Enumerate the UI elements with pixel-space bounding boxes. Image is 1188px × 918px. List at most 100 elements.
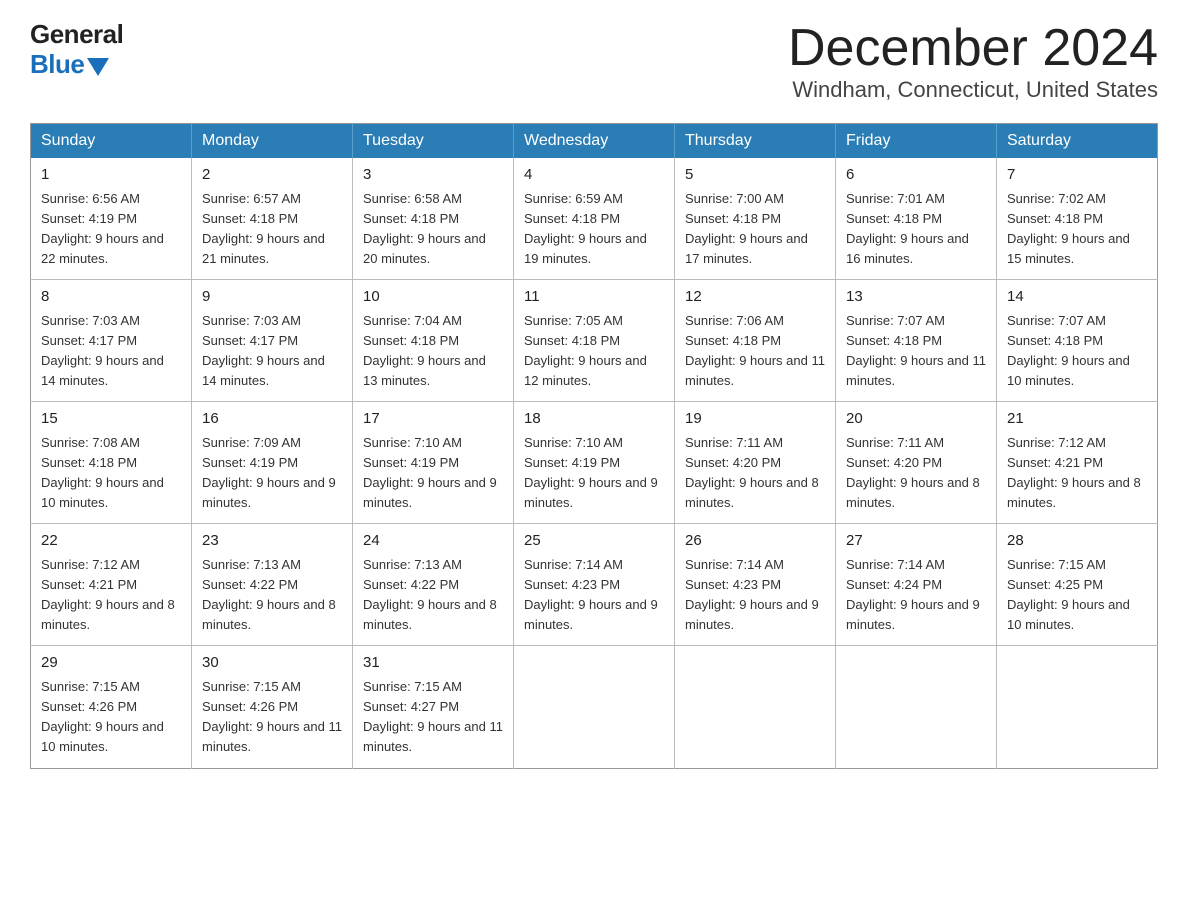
calendar-week-row: 1 Sunrise: 6:56 AMSunset: 4:19 PMDaylight… bbox=[31, 158, 1158, 280]
calendar-day-cell: 28 Sunrise: 7:15 AMSunset: 4:25 PMDayligh… bbox=[997, 524, 1158, 646]
calendar-day-cell: 2 Sunrise: 6:57 AMSunset: 4:18 PMDaylight… bbox=[192, 158, 353, 280]
day-number: 11 bbox=[524, 286, 664, 309]
day-info: Sunrise: 7:15 AMSunset: 4:26 PMDaylight:… bbox=[41, 679, 164, 754]
calendar-day-cell: 14Sunrise: 7:07 AMSunset: 4:18 PMDayligh… bbox=[997, 280, 1158, 402]
calendar-week-row: 8 Sunrise: 7:03 AMSunset: 4:17 PMDaylight… bbox=[31, 280, 1158, 402]
calendar-day-cell: 1 Sunrise: 6:56 AMSunset: 4:19 PMDaylight… bbox=[31, 158, 192, 280]
day-info: Sunrise: 7:03 AMSunset: 4:17 PMDaylight:… bbox=[41, 313, 164, 388]
day-info: Sunrise: 7:10 AMSunset: 4:19 PMDaylight:… bbox=[363, 435, 497, 510]
day-info: Sunrise: 7:02 AMSunset: 4:18 PMDaylight:… bbox=[1007, 191, 1130, 266]
day-info: Sunrise: 7:12 AMSunset: 4:21 PMDaylight:… bbox=[1007, 435, 1141, 510]
day-info: Sunrise: 7:00 AMSunset: 4:18 PMDaylight:… bbox=[685, 191, 808, 266]
day-number: 27 bbox=[846, 530, 986, 553]
day-info: Sunrise: 7:10 AMSunset: 4:19 PMDaylight:… bbox=[524, 435, 658, 510]
calendar-day-cell: 24Sunrise: 7:13 AMSunset: 4:22 PMDayligh… bbox=[353, 524, 514, 646]
day-number: 30 bbox=[202, 652, 342, 675]
calendar-empty-cell bbox=[514, 646, 675, 768]
calendar-week-row: 22 Sunrise: 7:12 AMSunset: 4:21 PMDayligh… bbox=[31, 524, 1158, 646]
calendar-day-cell: 10 Sunrise: 7:04 AMSunset: 4:18 PMDayligh… bbox=[353, 280, 514, 402]
day-number: 28 bbox=[1007, 530, 1147, 553]
calendar-day-cell: 11 Sunrise: 7:05 AMSunset: 4:18 PMDayligh… bbox=[514, 280, 675, 402]
calendar-day-cell: 31 Sunrise: 7:15 AMSunset: 4:27 PMDayligh… bbox=[353, 646, 514, 768]
day-number: 22 bbox=[41, 530, 181, 553]
day-info: Sunrise: 7:15 AMSunset: 4:27 PMDaylight:… bbox=[363, 679, 503, 754]
day-info: Sunrise: 6:57 AMSunset: 4:18 PMDaylight:… bbox=[202, 191, 325, 266]
logo-general: General bbox=[30, 20, 123, 50]
calendar-day-cell: 18Sunrise: 7:10 AMSunset: 4:19 PMDayligh… bbox=[514, 402, 675, 524]
calendar-day-cell: 29 Sunrise: 7:15 AMSunset: 4:26 PMDayligh… bbox=[31, 646, 192, 768]
day-number: 24 bbox=[363, 530, 503, 553]
calendar-day-cell: 23Sunrise: 7:13 AMSunset: 4:22 PMDayligh… bbox=[192, 524, 353, 646]
calendar-day-cell: 21Sunrise: 7:12 AMSunset: 4:21 PMDayligh… bbox=[997, 402, 1158, 524]
day-number: 12 bbox=[685, 286, 825, 309]
day-number: 31 bbox=[363, 652, 503, 675]
calendar-day-cell: 12 Sunrise: 7:06 AMSunset: 4:18 PMDayligh… bbox=[675, 280, 836, 402]
day-info: Sunrise: 7:07 AMSunset: 4:18 PMDaylight:… bbox=[1007, 313, 1130, 388]
col-header-wednesday: Wednesday bbox=[514, 124, 675, 159]
month-year-title: December 2024 bbox=[788, 20, 1158, 77]
day-number: 1 bbox=[41, 164, 181, 187]
col-header-thursday: Thursday bbox=[675, 124, 836, 159]
day-number: 4 bbox=[524, 164, 664, 187]
day-number: 15 bbox=[41, 408, 181, 431]
day-info: Sunrise: 6:56 AMSunset: 4:19 PMDaylight:… bbox=[41, 191, 164, 266]
day-number: 17 bbox=[363, 408, 503, 431]
calendar-day-cell: 3Sunrise: 6:58 AMSunset: 4:18 PMDaylight… bbox=[353, 158, 514, 280]
calendar-day-cell: 22 Sunrise: 7:12 AMSunset: 4:21 PMDayligh… bbox=[31, 524, 192, 646]
day-info: Sunrise: 7:03 AMSunset: 4:17 PMDaylight:… bbox=[202, 313, 325, 388]
day-info: Sunrise: 7:05 AMSunset: 4:18 PMDaylight:… bbox=[524, 313, 647, 388]
calendar-day-cell: 6 Sunrise: 7:01 AMSunset: 4:18 PMDaylight… bbox=[836, 158, 997, 280]
day-number: 16 bbox=[202, 408, 342, 431]
col-header-friday: Friday bbox=[836, 124, 997, 159]
day-number: 6 bbox=[846, 164, 986, 187]
day-number: 5 bbox=[685, 164, 825, 187]
location-subtitle: Windham, Connecticut, United States bbox=[788, 77, 1158, 103]
col-header-monday: Monday bbox=[192, 124, 353, 159]
calendar-day-cell: 19 Sunrise: 7:11 AMSunset: 4:20 PMDayligh… bbox=[675, 402, 836, 524]
day-number: 2 bbox=[202, 164, 342, 187]
day-info: Sunrise: 7:11 AMSunset: 4:20 PMDaylight:… bbox=[685, 435, 819, 510]
calendar-day-cell: 15 Sunrise: 7:08 AMSunset: 4:18 PMDayligh… bbox=[31, 402, 192, 524]
day-info: Sunrise: 7:06 AMSunset: 4:18 PMDaylight:… bbox=[685, 313, 825, 388]
day-number: 29 bbox=[41, 652, 181, 675]
day-info: Sunrise: 7:15 AMSunset: 4:25 PMDaylight:… bbox=[1007, 557, 1130, 632]
calendar-day-cell: 7 Sunrise: 7:02 AMSunset: 4:18 PMDaylight… bbox=[997, 158, 1158, 280]
day-info: Sunrise: 7:08 AMSunset: 4:18 PMDaylight:… bbox=[41, 435, 164, 510]
day-info: Sunrise: 6:59 AMSunset: 4:18 PMDaylight:… bbox=[524, 191, 647, 266]
day-number: 20 bbox=[846, 408, 986, 431]
day-info: Sunrise: 7:07 AMSunset: 4:18 PMDaylight:… bbox=[846, 313, 986, 388]
calendar-day-cell: 20Sunrise: 7:11 AMSunset: 4:20 PMDayligh… bbox=[836, 402, 997, 524]
calendar-week-row: 15 Sunrise: 7:08 AMSunset: 4:18 PMDayligh… bbox=[31, 402, 1158, 524]
day-info: Sunrise: 7:14 AMSunset: 4:23 PMDaylight:… bbox=[524, 557, 658, 632]
calendar-day-cell: 30Sunrise: 7:15 AMSunset: 4:26 PMDayligh… bbox=[192, 646, 353, 768]
day-info: Sunrise: 7:14 AMSunset: 4:24 PMDaylight:… bbox=[846, 557, 980, 632]
logo-triangle-icon bbox=[87, 58, 109, 76]
day-info: Sunrise: 7:12 AMSunset: 4:21 PMDaylight:… bbox=[41, 557, 175, 632]
calendar-day-cell: 9 Sunrise: 7:03 AMSunset: 4:17 PMDaylight… bbox=[192, 280, 353, 402]
calendar-day-cell: 27 Sunrise: 7:14 AMSunset: 4:24 PMDayligh… bbox=[836, 524, 997, 646]
day-number: 3 bbox=[363, 164, 503, 187]
calendar-day-cell: 26Sunrise: 7:14 AMSunset: 4:23 PMDayligh… bbox=[675, 524, 836, 646]
day-number: 9 bbox=[202, 286, 342, 309]
calendar-day-cell: 16 Sunrise: 7:09 AMSunset: 4:19 PMDayligh… bbox=[192, 402, 353, 524]
day-number: 8 bbox=[41, 286, 181, 309]
col-header-sunday: Sunday bbox=[31, 124, 192, 159]
calendar-day-cell: 5 Sunrise: 7:00 AMSunset: 4:18 PMDaylight… bbox=[675, 158, 836, 280]
col-header-tuesday: Tuesday bbox=[353, 124, 514, 159]
day-number: 23 bbox=[202, 530, 342, 553]
calendar-day-cell: 4 Sunrise: 6:59 AMSunset: 4:18 PMDaylight… bbox=[514, 158, 675, 280]
calendar-day-cell: 8 Sunrise: 7:03 AMSunset: 4:17 PMDaylight… bbox=[31, 280, 192, 402]
day-number: 19 bbox=[685, 408, 825, 431]
day-info: Sunrise: 7:01 AMSunset: 4:18 PMDaylight:… bbox=[846, 191, 969, 266]
day-info: Sunrise: 7:09 AMSunset: 4:19 PMDaylight:… bbox=[202, 435, 336, 510]
day-info: Sunrise: 7:04 AMSunset: 4:18 PMDaylight:… bbox=[363, 313, 486, 388]
calendar-day-cell: 13Sunrise: 7:07 AMSunset: 4:18 PMDayligh… bbox=[836, 280, 997, 402]
logo-blue: Blue bbox=[30, 50, 84, 80]
calendar-empty-cell bbox=[675, 646, 836, 768]
title-block: December 2024 Windham, Connecticut, Unit… bbox=[788, 20, 1158, 103]
day-number: 10 bbox=[363, 286, 503, 309]
calendar-header-row: SundayMondayTuesdayWednesdayThursdayFrid… bbox=[31, 124, 1158, 159]
calendar-day-cell: 25Sunrise: 7:14 AMSunset: 4:23 PMDayligh… bbox=[514, 524, 675, 646]
day-number: 7 bbox=[1007, 164, 1147, 187]
calendar-week-row: 29 Sunrise: 7:15 AMSunset: 4:26 PMDayligh… bbox=[31, 646, 1158, 768]
